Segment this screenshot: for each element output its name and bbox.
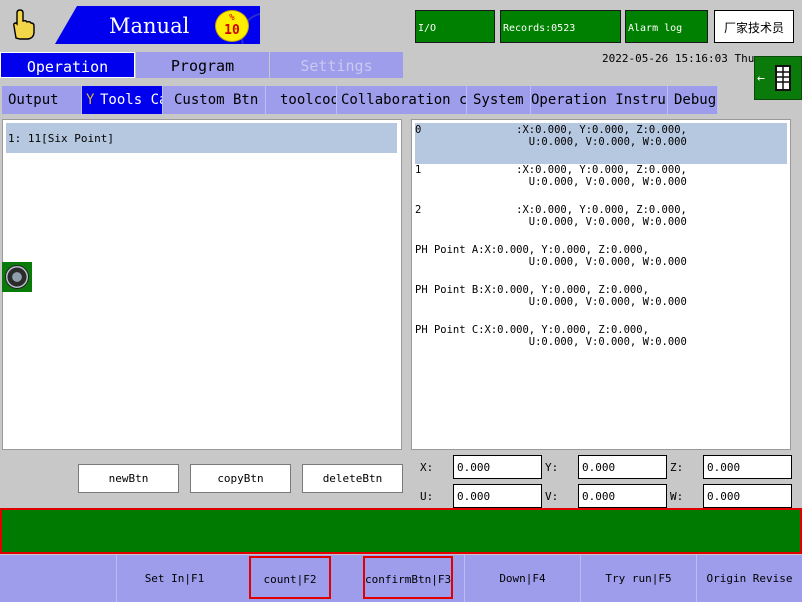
hand-pointer-icon[interactable] (6, 8, 40, 42)
subtab-label: Custom Btn (174, 92, 259, 108)
fkey-origin-revise[interactable]: Origin Revise (696, 555, 802, 602)
point-row-0[interactable]: 0 :X:0.000, Y:0.000, Z:0.000, U:0.000, V… (415, 124, 785, 148)
w-label: W: (670, 490, 684, 503)
subtab-label: Output (8, 92, 59, 108)
point-line2: U:0.000, V:0.000, W:0.000 (415, 136, 687, 148)
user-button[interactable]: 厂家技术员 (714, 10, 794, 43)
subtab-label: Collaboration co (341, 92, 467, 108)
y-input[interactable]: 0.000 (578, 455, 667, 479)
io-status-button[interactable]: I/O (415, 10, 495, 43)
speed-value: 10 (224, 23, 240, 38)
tab-settings[interactable]: Settings (270, 52, 403, 78)
knob-dial (5, 265, 29, 289)
z-label: Z: (670, 461, 684, 474)
point-line2: U:0.000, V:0.000, W:0.000 (415, 256, 687, 268)
message-bar (0, 508, 802, 554)
subtab-label: Operation Instruc (531, 92, 668, 108)
point-row-2[interactable]: 2 :X:0.000, Y:0.000, Z:0.000, U:0.000, V… (415, 204, 785, 228)
fkey-count[interactable]: count|F2 (249, 556, 331, 599)
jog-knob-icon[interactable] (2, 262, 32, 292)
subtab-tools-calibration[interactable]: Y Tools Calibra (82, 86, 163, 114)
subtab-toolcoord[interactable]: toolcoord (266, 86, 337, 114)
arrow-left-icon: ← (757, 71, 765, 86)
fkey-blank[interactable] (0, 555, 116, 602)
tab-operation[interactable]: Operation (0, 52, 135, 78)
grid-icon (775, 65, 791, 91)
point-name: PH Point C (415, 324, 479, 336)
point-line1: :X:0.000, Y:0.000, Z:0.000, (421, 124, 687, 136)
subtab-output[interactable]: Output (2, 86, 82, 114)
speed-gauge-icon[interactable]: % 10 (215, 10, 249, 42)
point-row-ph-a[interactable]: PH Point A:X:0.000, Y:0.000, Z:0.000, U:… (415, 244, 785, 268)
copy-button[interactable]: copyBtn (190, 464, 291, 493)
point-line2: U:0.000, V:0.000, W:0.000 (415, 336, 687, 348)
point-row-ph-b[interactable]: PH Point B:X:0.000, Y:0.000, Z:0.000, U:… (415, 284, 785, 308)
v-input[interactable]: 0.000 (578, 484, 667, 508)
alarm-log-button[interactable]: Alarm log (625, 10, 708, 43)
subtab-collaboration[interactable]: Collaboration co (337, 86, 467, 114)
tab-program[interactable]: Program (136, 52, 269, 78)
fkey-confirm[interactable]: confirmBtn|F3 (363, 556, 453, 599)
v-label: V: (545, 490, 559, 503)
point-name: PH Point A (415, 244, 479, 256)
subtab-label: toolcoord (280, 92, 336, 108)
point-line1: :X:0.000, Y:0.000, Z:0.000, (478, 324, 649, 336)
x-input[interactable]: 0.000 (453, 455, 542, 479)
subtab-label: Tools Calibra (100, 92, 162, 108)
point-line2: U:0.000, V:0.000, W:0.000 (415, 296, 687, 308)
subtab-operation-instruction[interactable]: Operation Instruc (531, 86, 668, 114)
point-line1: :X:0.000, Y:0.000, Z:0.000, (478, 284, 649, 296)
point-line1: :X:0.000, Y:0.000, Z:0.000, (478, 244, 649, 256)
subtab-debug[interactable]: Debug (668, 86, 718, 114)
point-row-1[interactable]: 1 :X:0.000, Y:0.000, Z:0.000, U:0.000, V… (415, 164, 785, 188)
records-status-button[interactable]: Records:0523 (500, 10, 621, 43)
function-key-bar: Set In|F1 count|F2 confirmBtn|F3 Down|F4… (0, 555, 802, 602)
x-label: X: (420, 461, 434, 474)
points-panel[interactable]: 0 :X:0.000, Y:0.000, Z:0.000, U:0.000, V… (411, 119, 791, 450)
fkey-try-run[interactable]: Try run|F5 (580, 555, 696, 602)
y-label: Y: (545, 461, 559, 474)
subtab-system-var[interactable]: System Var (467, 86, 531, 114)
point-line2: U:0.000, V:0.000, W:0.000 (415, 176, 687, 188)
list-item[interactable]: 1: 11[Six Point] (6, 123, 397, 153)
fkey-set-in[interactable]: Set In|F1 (116, 555, 232, 602)
mode-title: Manual (109, 14, 190, 38)
mode-banner: Manual % 10 (55, 6, 260, 44)
u-label: U: (420, 490, 434, 503)
delete-button[interactable]: deleteBtn (302, 464, 403, 493)
point-line1: :X:0.000, Y:0.000, Z:0.000, (421, 204, 687, 216)
subtab-label: System Var (473, 92, 530, 108)
point-name: PH Point B (415, 284, 479, 296)
z-input[interactable]: 0.000 (703, 455, 792, 479)
new-button[interactable]: newBtn (78, 464, 179, 493)
point-line2: U:0.000, V:0.000, W:0.000 (415, 216, 687, 228)
panel-toggle-icon[interactable]: ← (754, 56, 802, 100)
subtab-label: Debug (674, 92, 717, 108)
tool-list-panel[interactable]: 1: 11[Six Point] (2, 119, 402, 450)
w-input[interactable]: 0.000 (703, 484, 792, 508)
subtab-bar: Output Y Tools Calibra Custom Btn toolco… (2, 86, 718, 114)
subtab-ghost-label: Y (86, 92, 95, 108)
fkey-down[interactable]: Down|F4 (464, 555, 580, 602)
point-row-ph-c[interactable]: PH Point C:X:0.000, Y:0.000, Z:0.000, U:… (415, 324, 785, 348)
u-input[interactable]: 0.000 (453, 484, 542, 508)
subtab-custom-btn[interactable]: Custom Btn (163, 86, 266, 114)
point-line1: :X:0.000, Y:0.000, Z:0.000, (421, 164, 687, 176)
